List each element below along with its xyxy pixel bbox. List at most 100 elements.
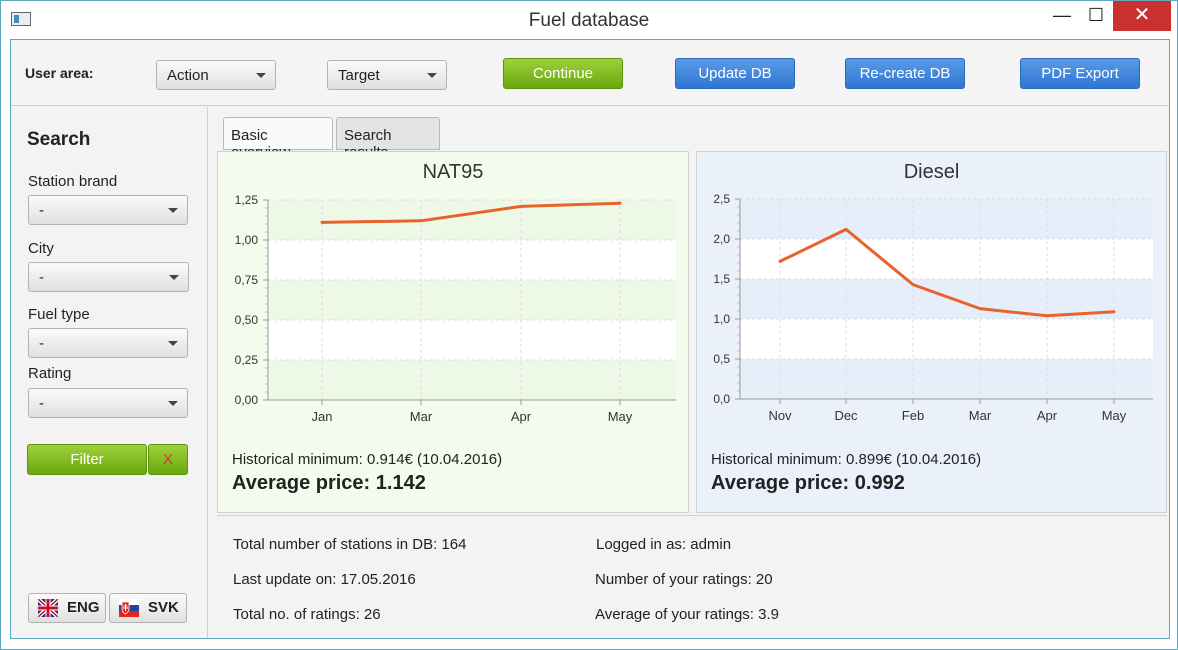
x-tick-label: Dec [834, 408, 858, 423]
window-title: Fuel database [528, 10, 650, 31]
chart-band [740, 239, 1153, 279]
y-tick-label: 0,00 [235, 393, 259, 407]
target-select-value: Target [338, 67, 380, 84]
title-bar: Fuel database — ☐ ✕ [1, 1, 1177, 39]
data-point [618, 201, 622, 205]
x-tick-label: Nov [768, 408, 792, 423]
app-window: Fuel database — ☐ ✕ User area: Action Ta… [0, 0, 1178, 650]
chevron-down-icon [427, 73, 437, 78]
station-brand-select[interactable]: - [28, 195, 188, 225]
y-tick-label: 0,5 [713, 352, 730, 366]
tab-basic-overview[interactable]: Basic overview [223, 117, 333, 161]
x-tick-label: Apr [511, 409, 532, 424]
rating-select[interactable]: - [28, 388, 188, 418]
station-brand-label: Station brand [28, 173, 118, 190]
search-sidebar: Search Station brand - City - Fuel type … [11, 107, 208, 638]
data-point [911, 283, 915, 287]
slovak-flag-icon [119, 599, 139, 617]
last-update-text: Last update on: 17.05.2016 [233, 571, 416, 588]
x-tick-label: Mar [410, 409, 433, 424]
target-select[interactable]: Target [327, 60, 447, 90]
data-point [419, 219, 423, 223]
total-stations-text: Total number of stations in DB: 164 [233, 536, 467, 553]
city-select[interactable]: - [28, 262, 189, 292]
update-db-button[interactable]: Update DB [675, 58, 795, 89]
minimize-button[interactable]: — [1047, 1, 1077, 31]
close-button[interactable]: ✕ [1113, 1, 1171, 31]
diesel-average-price: Average price: 0.992 [711, 472, 905, 494]
uk-flag-icon [38, 599, 58, 617]
recreate-db-button[interactable]: Re-create DB [845, 58, 965, 89]
y-tick-label: 1,25 [235, 193, 259, 207]
maximize-button[interactable]: ☐ [1081, 1, 1111, 31]
total-ratings-text: Total no. of ratings: 26 [233, 606, 381, 623]
chart-band [740, 199, 1153, 239]
fuel-type-value: - [39, 335, 44, 352]
tab-search-results[interactable]: Search results [336, 117, 440, 161]
chevron-down-icon [168, 401, 178, 406]
chart-band [268, 200, 676, 240]
city-label: City [28, 240, 54, 257]
search-title: Search [27, 129, 91, 150]
pdf-export-button[interactable]: PDF Export [1020, 58, 1140, 89]
stats-panel: Total number of stations in DB: 164 Last… [217, 515, 1167, 638]
action-select[interactable]: Action [156, 60, 276, 90]
chart-band [740, 359, 1153, 399]
lang-eng-label: ENG [67, 599, 100, 616]
lang-svk-label: SVK [148, 599, 179, 616]
chevron-down-icon [168, 341, 178, 346]
y-tick-label: 2,5 [713, 192, 730, 206]
chart-band [740, 319, 1153, 359]
chevron-down-icon [168, 208, 178, 213]
data-point [1112, 310, 1116, 314]
y-tick-label: 0,75 [235, 273, 259, 287]
fuel-type-select[interactable]: - [28, 328, 188, 358]
diesel-historical-min: Historical minimum: 0.899€ (10.04.2016) [711, 451, 982, 468]
x-tick-label: Jan [312, 409, 333, 424]
nat95-average-price: Average price: 1.142 [232, 472, 426, 494]
station-brand-value: - [39, 202, 44, 219]
filter-button[interactable]: Filter [27, 444, 147, 475]
rating-label: Rating [28, 365, 72, 382]
data-point [844, 227, 848, 231]
logged-in-text: Logged in as: admin [596, 536, 732, 553]
toolbar: User area: Action Target Continue Update… [11, 40, 1169, 106]
x-tick-label: May [1102, 408, 1127, 423]
chart-band [268, 360, 676, 400]
action-select-value: Action [167, 67, 209, 84]
y-tick-label: 1,0 [713, 312, 730, 326]
data-point [978, 307, 982, 311]
user-area-label: User area: [25, 65, 94, 81]
nat95-panel: NAT95 0,00 0,25 0,50 0,75 1,00 1,25 Jan Mar Apr M… [217, 151, 689, 513]
x-tick-label: Feb [902, 408, 924, 423]
y-tick-label: 1,5 [713, 272, 730, 286]
your-ratings-count-text: Number of your ratings: 20 [595, 571, 773, 588]
data-point [519, 204, 523, 208]
clear-filter-button[interactable]: X [148, 444, 188, 475]
diesel-panel: Diesel 0,0 0,5 1,0 1,5 2,0 2,5 Nov Dec Feb Mar Apr… [696, 151, 1167, 513]
lang-eng-button[interactable]: ENG [28, 593, 106, 623]
chart-band [268, 240, 676, 280]
diesel-chart: 0,0 0,5 1,0 1,5 2,0 2,5 Nov Dec Feb Mar Apr May [713, 192, 1153, 423]
x-tick-label: May [608, 409, 633, 424]
nat95-chart: 0,00 0,25 0,50 0,75 1,00 1,25 Jan Mar Apr May [235, 193, 676, 424]
main-area: Basic overview Search results NAT95 0,00… [217, 113, 1167, 638]
nat95-historical-min: Historical minimum: 0.914€ (10.04.2016) [232, 451, 503, 468]
content-area: User area: Action Target Continue Update… [10, 39, 1170, 639]
data-point [1045, 314, 1049, 318]
y-tick-label: 0,50 [235, 313, 259, 327]
chevron-down-icon [256, 73, 266, 78]
y-tick-label: 0,25 [235, 353, 259, 367]
chart-band [268, 280, 676, 320]
rating-value: - [39, 395, 44, 412]
fuel-type-label: Fuel type [28, 306, 90, 323]
x-tick-label: Apr [1037, 408, 1058, 423]
data-point [320, 220, 324, 224]
y-tick-label: 0,0 [713, 392, 730, 406]
lang-svk-button[interactable]: SVK [109, 593, 187, 623]
city-value: - [39, 269, 44, 286]
your-ratings-average-text: Average of your ratings: 3.9 [595, 606, 779, 623]
continue-button[interactable]: Continue [503, 58, 623, 89]
y-tick-label: 2,0 [713, 232, 730, 246]
data-point [778, 259, 782, 263]
